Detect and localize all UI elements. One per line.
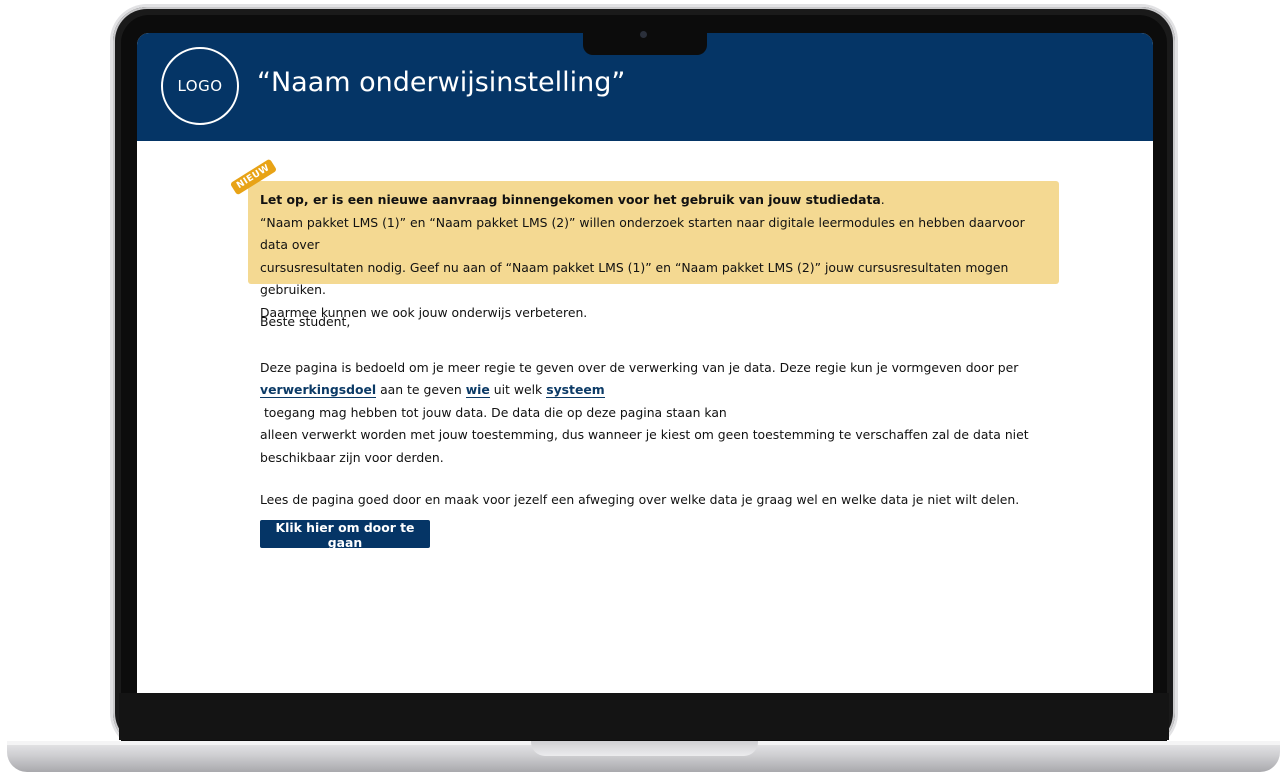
notice-banner: Let op, er is een nieuwe aanvraag binnen…	[248, 181, 1059, 320]
institution-title: “Naam onderwijsinstelling”	[257, 67, 626, 98]
laptop-chin	[119, 693, 1169, 740]
notice-body-line: “Naam pakket LMS (1)” en “Naam pakket LM…	[260, 214, 1025, 253]
screen: LOGO “Naam onderwijsinstelling” NIEUW Le…	[137, 33, 1153, 693]
link-wie[interactable]: wie	[465, 382, 490, 398]
notice-lead-line: Let op, er is een nieuwe aanvraag binnen…	[260, 189, 1049, 212]
logo[interactable]: LOGO	[161, 47, 239, 125]
link-systeem[interactable]: systeem	[546, 382, 605, 398]
instruction-paragraph: Lees de pagina goed door en maak voor je…	[260, 492, 1020, 507]
camera-icon	[640, 31, 647, 38]
greeting: Beste student,	[260, 314, 351, 329]
notice-lead-period: .	[880, 192, 885, 207]
link-verwerkingsdoel[interactable]: verwerkingsdoel	[260, 382, 377, 398]
text-fragment: toegang mag hebben tot jouw data. De dat…	[260, 404, 727, 420]
text-fragment: aan te geven	[376, 382, 466, 397]
continue-button[interactable]: Klik hier om door te gaan	[260, 520, 430, 550]
laptop-opening-notch	[531, 741, 758, 756]
intro-paragraph-line: Deze pagina is bedoeld om je meer regie …	[260, 359, 1019, 375]
intro-paragraph-line: beschikbaar zijn voor derden.	[260, 449, 444, 465]
text-fragment: uit welk	[489, 382, 547, 397]
intro-text: Beste student, Deze pagina is bedoeld om…	[260, 311, 1040, 512]
intro-paragraph-line: verwerkingsdoel aan te geven wie uit wel…	[260, 379, 1040, 424]
intro-paragraph-line: alleen verwerkt worden met jouw toestemm…	[260, 427, 1029, 442]
notice-lead: Let op, er is een nieuwe aanvraag binnen…	[260, 192, 881, 207]
notice-body-line: cursusresultaten nodig. Geef nu aan of “…	[260, 259, 1009, 298]
